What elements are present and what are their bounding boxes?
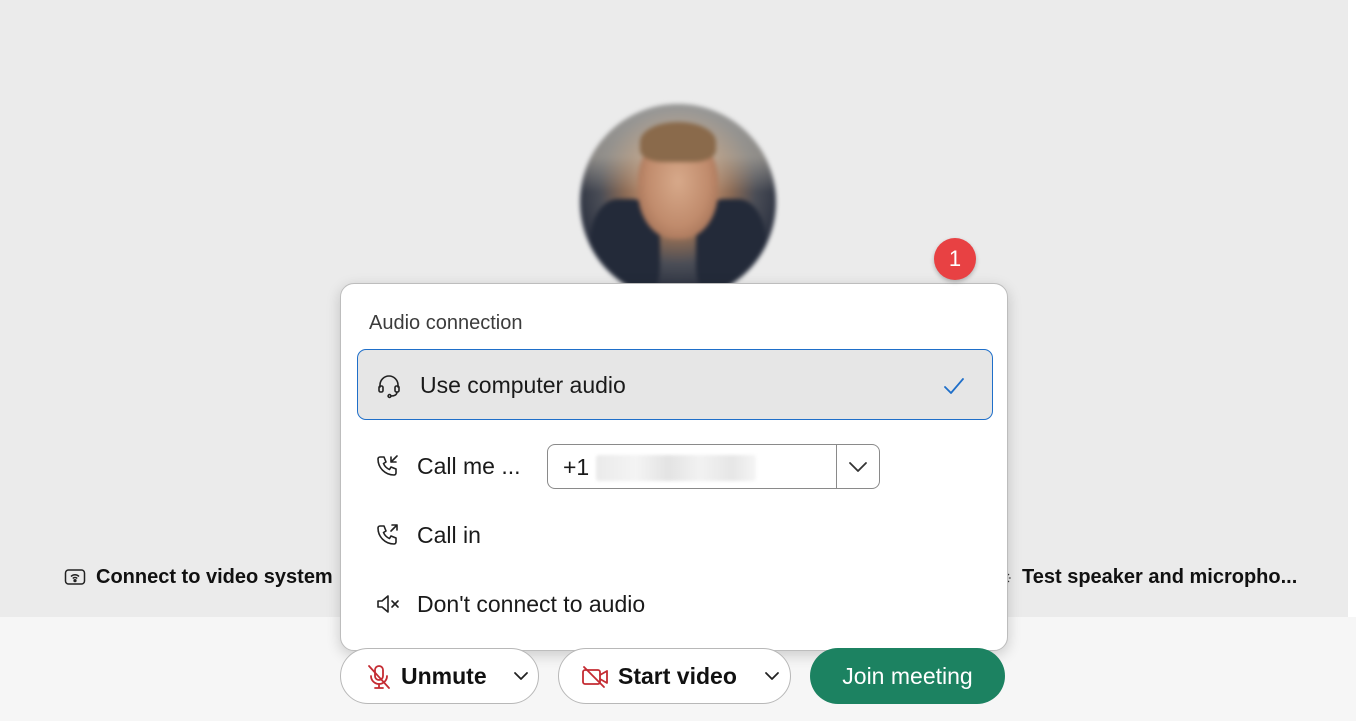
option-label: Call me ...: [417, 453, 521, 479]
option-use-computer-audio[interactable]: Use computer audio: [357, 349, 993, 420]
start-video-button[interactable]: Start video: [558, 648, 791, 704]
phone-outgoing-icon: [375, 522, 401, 548]
checkmark-icon: [942, 374, 966, 398]
microphone-muted-icon: [365, 663, 393, 691]
connect-video-system-label: Connect to video system: [96, 566, 333, 588]
connect-video-system-link[interactable]: Connect to video system: [64, 566, 333, 589]
unmute-button[interactable]: Unmute: [340, 648, 539, 704]
phone-country-code: +1: [563, 454, 590, 480]
step-badge: 1: [934, 238, 976, 280]
audio-connection-popup: Audio connection Use computer audio Call…: [340, 283, 1008, 651]
window-edge: [1348, 0, 1356, 721]
chevron-down-icon[interactable]: [846, 455, 870, 479]
video-off-icon: [581, 663, 609, 691]
option-call-in[interactable]: Call in: [341, 515, 1007, 555]
video-system-icon: [64, 567, 86, 589]
speaker-off-icon: [375, 591, 401, 617]
test-speaker-microphone-label: Test speaker and micropho...: [1022, 566, 1298, 588]
unmute-label: Unmute: [401, 663, 487, 689]
test-speaker-microphone-link[interactable]: Test speaker and micropho...: [998, 566, 1297, 589]
phone-incoming-icon: [375, 453, 401, 479]
headset-icon: [376, 373, 402, 399]
avatar: [580, 104, 776, 300]
join-meeting-button[interactable]: Join meeting: [810, 648, 1005, 704]
phone-number-input[interactable]: +1: [547, 444, 880, 489]
start-video-label: Start video: [618, 663, 737, 689]
option-dont-connect-audio[interactable]: Don't connect to audio: [341, 584, 1007, 624]
chevron-down-icon[interactable]: [509, 664, 533, 688]
popup-heading: Audio connection: [369, 312, 523, 334]
option-label: Use computer audio: [420, 372, 626, 398]
phone-number-redacted: [596, 455, 756, 481]
chevron-down-icon[interactable]: [760, 664, 784, 688]
option-label: Don't connect to audio: [417, 591, 646, 617]
option-label: Call in: [417, 522, 481, 548]
